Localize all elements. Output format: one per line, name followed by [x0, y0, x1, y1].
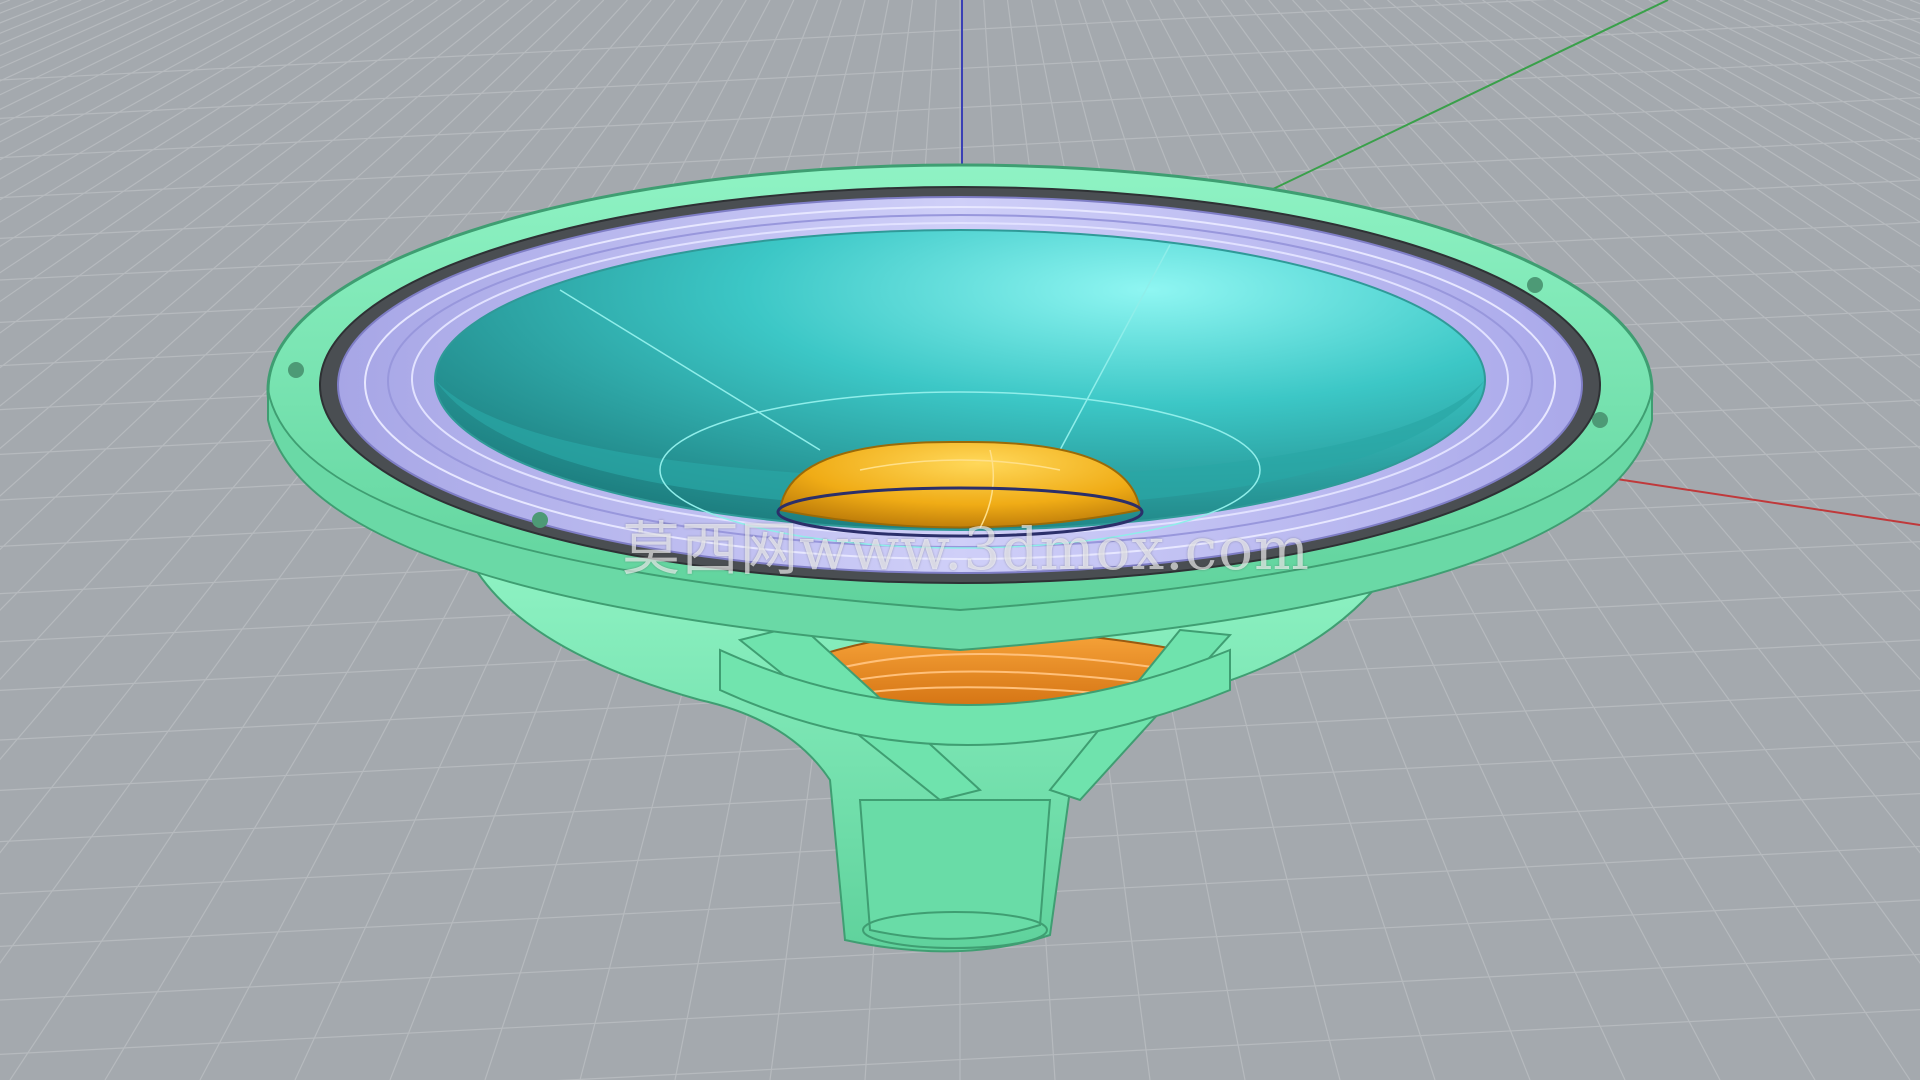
- grid-line: [1648, 0, 1920, 143]
- grid-line: [1624, 0, 1920, 161]
- grid-line: [1672, 0, 1920, 126]
- grid-line: [1743, 0, 1920, 82]
- grid-line: [1862, 0, 1920, 24]
- viewport-canvas[interactable]: [0, 0, 1920, 1080]
- grid-line: [1577, 0, 1920, 201]
- grid-line: [1814, 0, 1920, 45]
- grid-line: [1529, 0, 1920, 248]
- grid-line: [0, 0, 11, 5]
- grid-line: [0, 0, 34, 14]
- 3d-viewport[interactable]: 莫西网www.3dmox.com: [0, 0, 1920, 1080]
- grid-line: [0, 0, 177, 82]
- speaker-model[interactable]: [266, 163, 1654, 953]
- grid-line: [0, 0, 106, 45]
- grid-line: [0, 0, 58, 24]
- mount-hole-right: [1592, 412, 1608, 428]
- mount-hole-front-left: [532, 512, 548, 528]
- mount-hole-back-right: [1527, 277, 1543, 293]
- y-axis-line: [1249, 0, 1669, 201]
- grid-line: [0, 0, 272, 143]
- x-axis-line: [1609, 477, 1920, 526]
- mount-hole-left: [288, 362, 304, 378]
- grid-line: [0, 0, 415, 274]
- grid-line: [0, 0, 367, 223]
- grid-line: [1695, 0, 1920, 111]
- grid-line: [1553, 0, 1920, 223]
- grid-line: [0, 0, 391, 248]
- grid-line: [0, 0, 343, 201]
- grid-line: [0, 0, 296, 161]
- grid-line: [1909, 0, 1920, 5]
- grid-line: [1767, 0, 1920, 69]
- grid-line: [1886, 0, 1920, 14]
